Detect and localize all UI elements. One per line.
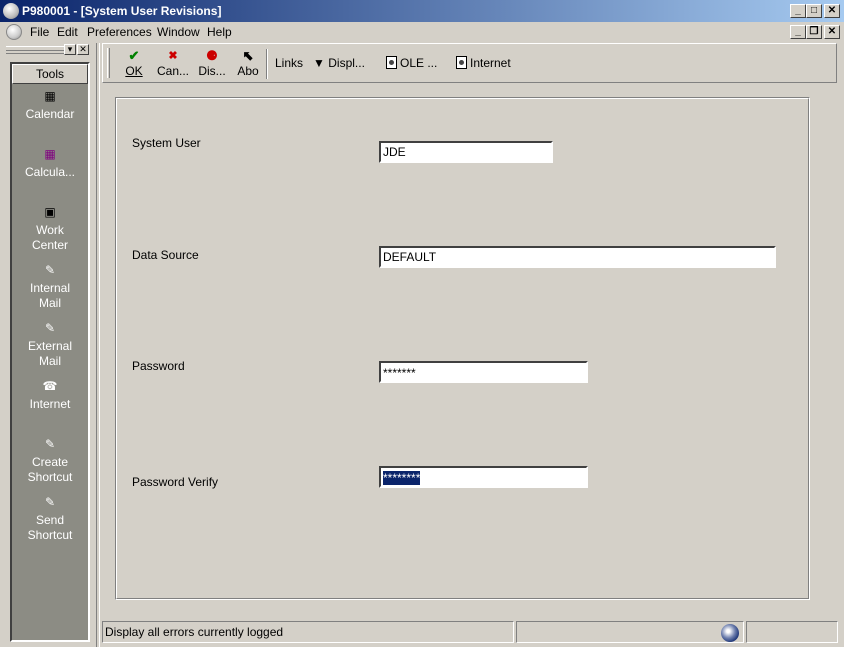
tools-grip-line — [6, 50, 64, 51]
tool-calculator[interactable]: ▦ Calcula... — [12, 146, 88, 180]
data-source-field[interactable] — [379, 246, 776, 268]
password-verify-label: Password Verify — [132, 475, 219, 489]
menu-bar: File Edit Preferences Window Help _ ❐ ✕ — [0, 22, 844, 42]
menu-edit[interactable]: Edit — [57, 25, 78, 39]
internet-menu[interactable]: Internet — [456, 56, 511, 70]
work-center-icon: ▣ — [44, 205, 56, 219]
tools-header[interactable]: Tools — [12, 64, 88, 84]
document-icon — [386, 56, 397, 69]
tool-calendar[interactable]: ▦ Calendar — [12, 88, 88, 122]
display-errors-icon: ⚈ — [206, 48, 218, 63]
tool-internal-mail[interactable]: ✎ Internal Mail — [12, 262, 88, 311]
tools-dropdown-button[interactable]: ▾ — [64, 44, 76, 55]
globe-icon — [721, 624, 739, 642]
external-mail-icon: ✎ — [44, 321, 56, 335]
about-pointer-icon: ⬉ — [242, 48, 254, 63]
system-user-label: System User — [132, 136, 201, 150]
about-label: Abo — [237, 64, 259, 78]
tool-label: Send Shortcut — [27, 513, 73, 542]
internet-label: Internet — [470, 56, 511, 70]
cancel-label: Can... — [156, 64, 189, 78]
status-message: Display all errors currently logged — [102, 621, 514, 643]
maximize-button[interactable]: □ — [806, 4, 822, 18]
tools-close-button[interactable]: ✕ — [77, 44, 89, 55]
ok-label: OK — [125, 64, 143, 78]
internal-mail-icon: ✎ — [44, 263, 56, 277]
document-icon — [456, 56, 467, 69]
toolbar-grip[interactable] — [107, 48, 110, 78]
menu-preferences[interactable]: Preferences — [87, 25, 152, 39]
menu-file[interactable]: File — [30, 25, 49, 39]
tool-internet[interactable]: ☎ Internet — [12, 378, 88, 412]
cancel-x-icon: ✖ — [168, 50, 178, 62]
internet-phone-icon: ☎ — [42, 379, 58, 393]
menu-help[interactable]: Help — [207, 25, 232, 39]
tool-create-shortcut[interactable]: ✎ Create Shortcut — [12, 436, 88, 485]
ole-label: OLE ... — [400, 56, 438, 70]
form-panel — [115, 97, 810, 600]
password-verify-value: ******** — [383, 471, 421, 485]
display-menu-label: Displ... — [328, 56, 365, 70]
data-source-label: Data Source — [132, 248, 199, 262]
tool-label: Create Shortcut — [27, 455, 73, 484]
tool-label: Internal Mail — [29, 281, 71, 310]
password-value: ******* — [383, 366, 416, 380]
doc-minimize-button[interactable]: _ — [790, 25, 806, 39]
dropdown-arrow-icon: ▼ — [313, 56, 325, 70]
tool-work-center[interactable]: ▣ Work Center — [12, 204, 88, 253]
system-user-field[interactable] — [379, 141, 553, 163]
cancel-button[interactable]: ✖ Can... — [155, 48, 191, 80]
send-shortcut-icon: ✎ — [44, 495, 56, 509]
display-errors-label: Dis... — [198, 64, 226, 78]
links-menu[interactable]: Links — [275, 56, 303, 70]
document-globe-icon[interactable] — [6, 24, 22, 40]
display-menu[interactable]: ▼ Displ... — [313, 56, 365, 70]
ole-menu[interactable]: OLE ... — [386, 56, 437, 70]
doc-restore-button[interactable]: ❐ — [806, 25, 822, 39]
form-toolbar: ✔ OK ✖ Can... ⚈ Dis... ⬉ Abo Links ▼ Dis… — [102, 43, 837, 83]
status-bar: Display all errors currently logged — [102, 621, 844, 643]
display-errors-button[interactable]: ⚈ Dis... — [196, 48, 228, 80]
menu-window[interactable]: Window — [157, 25, 200, 39]
toolbar-separator — [266, 49, 268, 79]
splitter[interactable] — [96, 43, 100, 647]
tool-send-shortcut[interactable]: ✎ Send Shortcut — [12, 494, 88, 543]
tool-label: Calcula... — [24, 165, 76, 179]
tool-label: Calendar — [25, 107, 75, 121]
window-title: P980001 - [System User Revisions] — [22, 4, 222, 18]
tools-panel: Tools ▦ Calendar ▦ Calcula... ▣ Work Cen… — [10, 62, 90, 642]
password-field[interactable]: ******* — [379, 361, 588, 383]
checkmark-icon: ✔ — [128, 48, 140, 63]
ok-button[interactable]: ✔ OK — [119, 48, 149, 80]
password-label: Password — [132, 359, 185, 373]
close-button[interactable]: ✕ — [824, 4, 840, 18]
tools-frame: ▾ ✕ Tools ▦ Calendar ▦ Calcula... ▣ Work… — [2, 43, 94, 643]
calculator-icon: ▦ — [44, 147, 56, 161]
tool-label: Internet — [29, 397, 71, 411]
status-indicator-cell — [516, 621, 744, 643]
tool-label: Work Center — [31, 223, 69, 252]
window-title-bar: P980001 - [System User Revisions] _ □ ✕ — [0, 0, 844, 22]
tool-external-mail[interactable]: ✎ External Mail — [12, 320, 88, 369]
password-verify-field[interactable]: ******** — [379, 466, 588, 488]
calendar-icon: ▦ — [44, 89, 56, 103]
app-globe-icon — [3, 3, 19, 19]
tool-label: External Mail — [27, 339, 73, 368]
create-shortcut-icon: ✎ — [44, 437, 56, 451]
status-extra-cell — [746, 621, 838, 643]
minimize-button[interactable]: _ — [790, 4, 806, 18]
doc-close-button[interactable]: ✕ — [824, 25, 840, 39]
about-button[interactable]: ⬉ Abo — [234, 48, 262, 80]
